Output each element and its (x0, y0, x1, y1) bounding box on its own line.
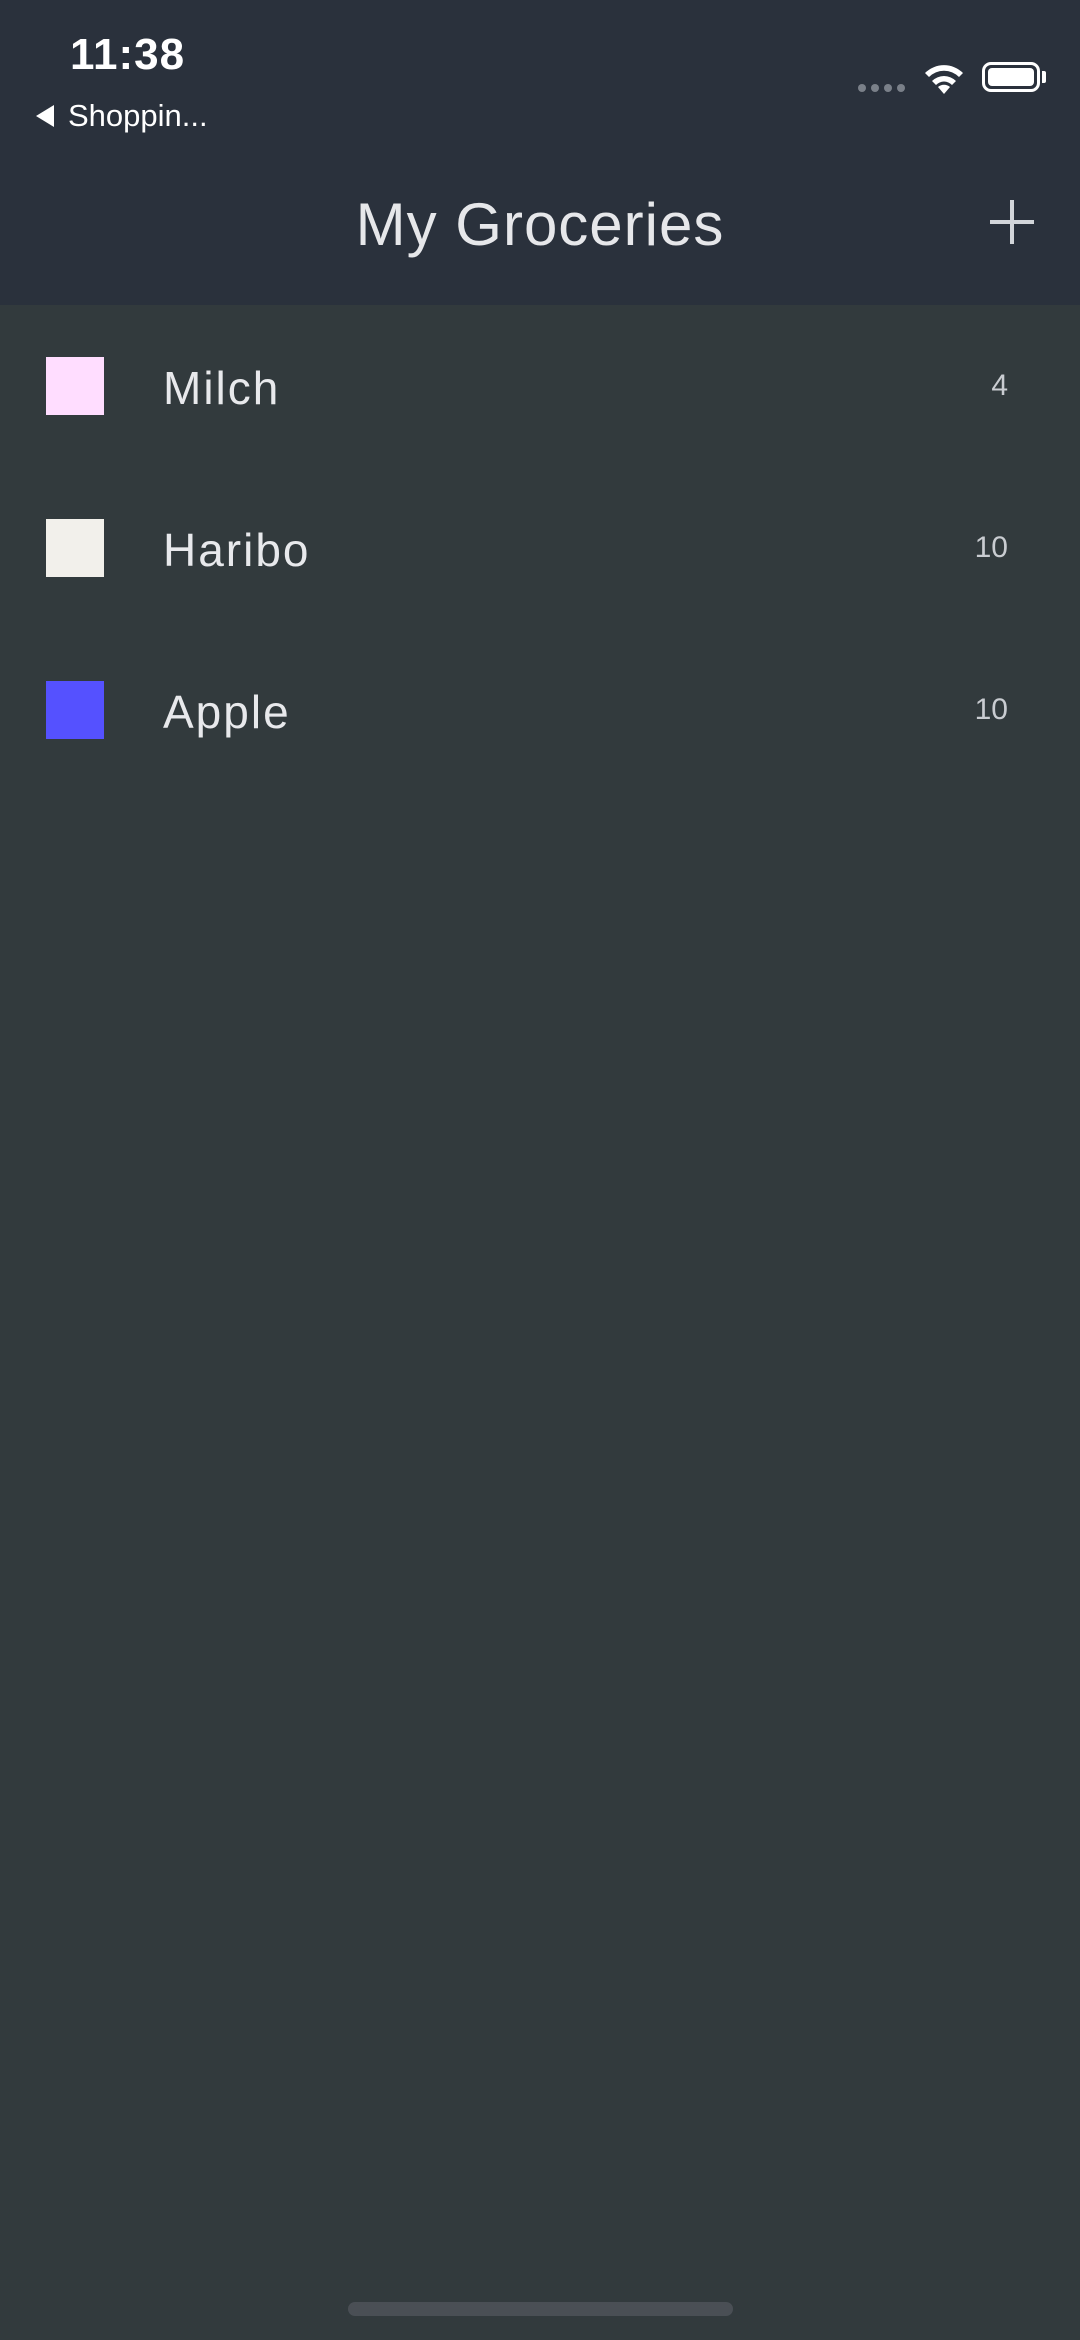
grocery-list-item[interactable]: Haribo 10 (0, 467, 1080, 629)
grocery-list-item[interactable]: Apple 10 (0, 629, 1080, 791)
item-name: Apple (163, 686, 291, 738)
item-quantity: 10 (974, 693, 1008, 726)
add-item-button[interactable] (980, 190, 1044, 254)
battery-icon (982, 62, 1040, 92)
back-to-app-link[interactable]: Shoppin... (36, 98, 208, 134)
nav-header: 11:38 Shoppin... My Groceries (0, 0, 1080, 305)
item-quantity: 4 (991, 369, 1008, 402)
back-app-label: Shoppin... (68, 98, 208, 133)
status-time: 11:38 (70, 30, 186, 79)
item-name: Haribo (163, 524, 311, 576)
wifi-icon (925, 65, 963, 94)
color-swatch (46, 357, 104, 415)
item-name: Milch (163, 362, 281, 414)
grocery-list: Milch 4 Haribo 10 Apple 10 (0, 305, 1080, 791)
battery-tip (1042, 71, 1046, 83)
item-quantity: 10 (974, 531, 1008, 564)
grocery-list-item[interactable]: Milch 4 (0, 305, 1080, 467)
back-triangle-icon (36, 105, 54, 127)
page-title: My Groceries (355, 191, 725, 258)
color-swatch (46, 519, 104, 577)
home-indicator[interactable] (348, 2302, 733, 2316)
cellular-signal-icon (858, 84, 905, 92)
color-swatch (46, 681, 104, 739)
